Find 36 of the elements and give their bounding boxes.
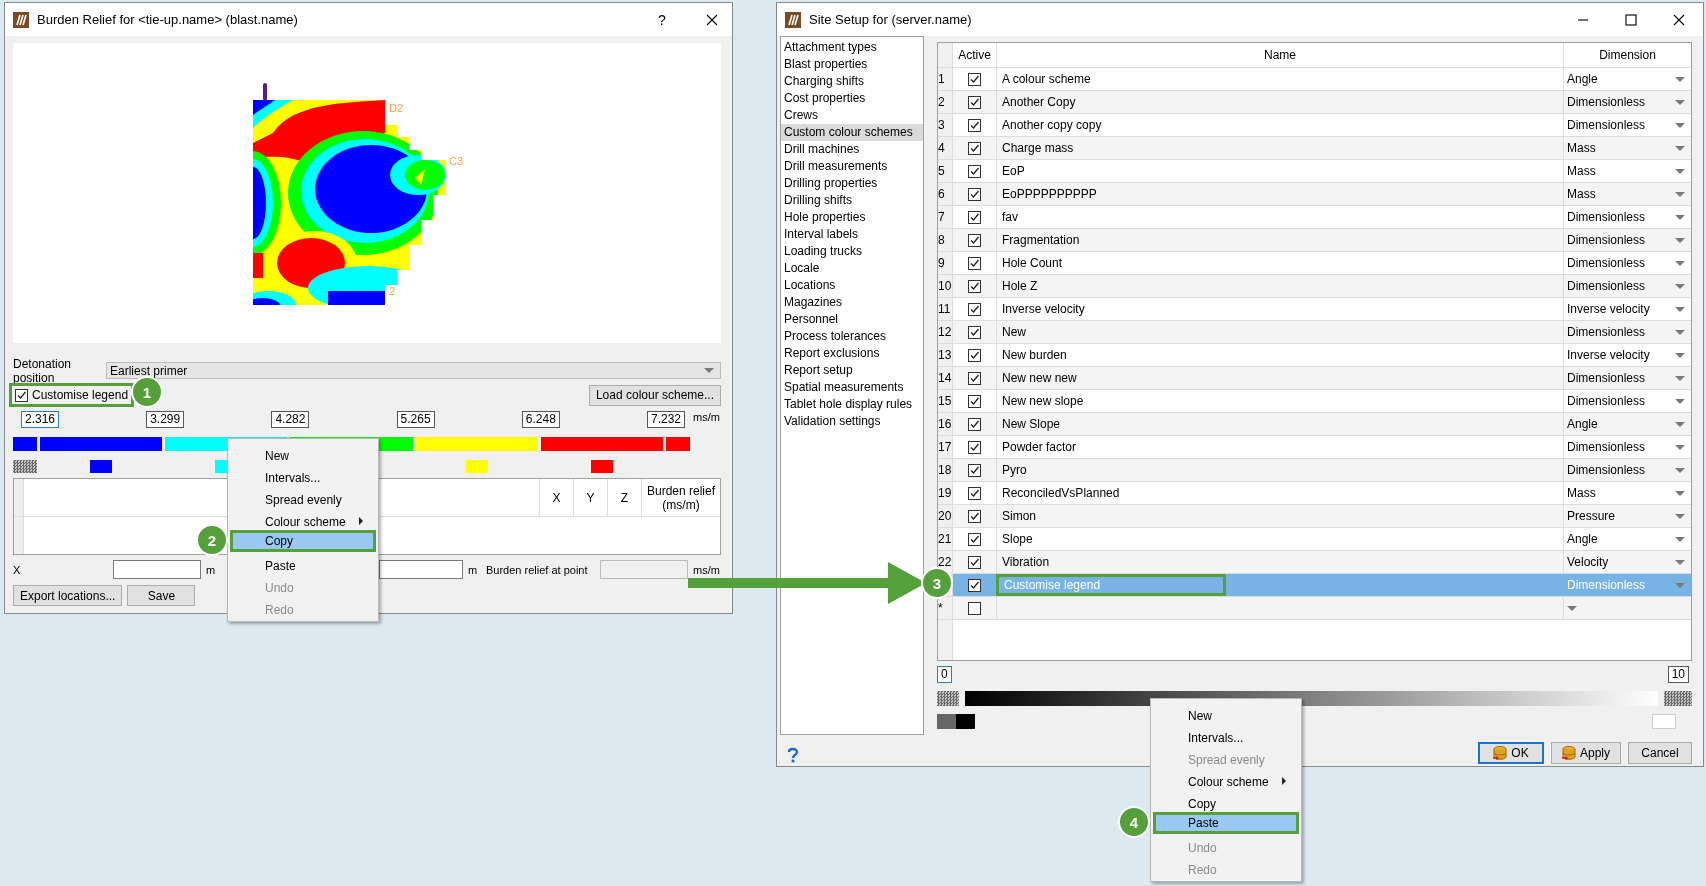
row-header: 8 bbox=[938, 229, 953, 251]
field-label: X bbox=[13, 563, 21, 576]
field-label: Detonation position bbox=[13, 356, 73, 385]
row-header: 4 bbox=[938, 137, 953, 159]
window-title: Burden Relief for <tie-up.name> (blast.name) bbox=[37, 12, 299, 27]
row-header: 20 bbox=[938, 505, 953, 527]
row-header: 19 bbox=[938, 482, 953, 504]
unit-label: m bbox=[467, 563, 478, 576]
row-header: 14 bbox=[938, 367, 953, 389]
row-header: 11 bbox=[938, 298, 953, 320]
row-header: 21 bbox=[938, 528, 953, 550]
step-number-badge: 4 bbox=[1118, 806, 1150, 838]
window-title: Site Setup for (server.name) bbox=[809, 12, 973, 27]
hole-label: C3 bbox=[449, 155, 464, 167]
row-header: 6 bbox=[938, 183, 953, 205]
hole-label: D2 bbox=[389, 102, 404, 114]
row-header: 5 bbox=[938, 160, 953, 182]
row-header: 15 bbox=[938, 390, 953, 412]
row-header: 18 bbox=[938, 459, 953, 481]
row-header: 1 bbox=[938, 68, 953, 90]
row-header: 16 bbox=[938, 413, 953, 435]
unit-label: ms/m bbox=[693, 411, 721, 423]
field-label: Burden relief at point bbox=[486, 563, 588, 576]
unit-label: m bbox=[205, 563, 216, 576]
unit-label: ms/m bbox=[692, 563, 720, 576]
row-header: 10 bbox=[938, 275, 953, 297]
hole-label: 2 bbox=[389, 285, 396, 297]
row-header: * bbox=[938, 597, 953, 619]
row-header: 7 bbox=[938, 206, 953, 228]
row-header: 17 bbox=[938, 436, 953, 458]
row-header: 3 bbox=[938, 114, 953, 136]
row-header: 12 bbox=[938, 321, 953, 343]
row-header: 2 bbox=[938, 91, 953, 113]
row-header: 9 bbox=[938, 252, 953, 274]
row-header: 22 bbox=[938, 551, 953, 573]
row-header: 13 bbox=[938, 344, 953, 366]
